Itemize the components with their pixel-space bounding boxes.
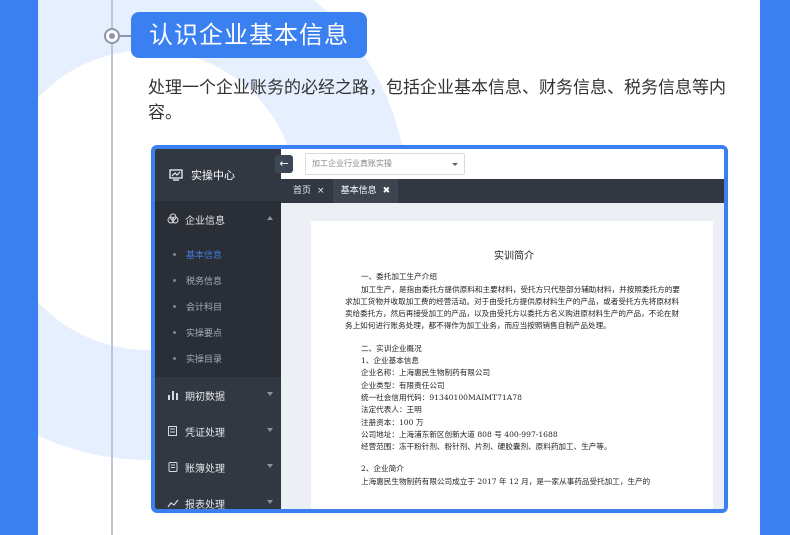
doc-subheading: 1、企业基本信息 [361, 356, 419, 366]
sidebar-item-catalog[interactable]: 实操目录 [155, 345, 281, 371]
doc-line: 注册资本：100 万 [361, 417, 424, 427]
page-frame: 认识企业基本信息 处理一个企业账务的必经之路，包括企业基本信息、财务信息、税务信… [38, 0, 760, 535]
brand-label: 实操中心 [191, 169, 235, 182]
sidebar-group-company-info[interactable]: 企业信息 [155, 201, 281, 237]
bullet-icon [173, 356, 176, 360]
app-screenshot: 实操中心 企业信息 基本信息 税务信息 会计科目 实操要点 实操目录 期初数据 … [151, 145, 728, 513]
chevron-down-icon [267, 428, 273, 432]
doc-line: 上海惠民生物制药有限公司成立于 2017 年 12 月，是一家从事药品受托加工，… [361, 476, 651, 486]
doc-line: 经营范围：冻干粉针剂、粉针剂、片剂、硬胶囊剂、原料药加工、生产等。 [361, 442, 612, 452]
close-icon[interactable]: × [317, 179, 325, 203]
chevron-up-icon [267, 216, 273, 220]
sidebar-submenu: 基本信息 税务信息 会计科目 实操要点 实操目录 [155, 237, 281, 377]
doc-line: 企业名称：上海惠民生物制药有限公司 [361, 368, 491, 378]
doc-heading: 二、实训企业概况 [361, 343, 422, 353]
chevron-down-icon [452, 163, 458, 166]
sidebar-item-label: 实操要点 [186, 328, 223, 339]
tab-basic-info[interactable]: 基本信息 ✖ [332, 179, 399, 203]
doc-heading: 一、委托加工生产介绍 [361, 272, 437, 282]
timeline-line [111, 0, 113, 535]
tab-label: 首页 [293, 186, 312, 196]
sidebar-group-label: 凭证处理 [185, 427, 225, 439]
bullet-icon [173, 252, 176, 256]
sidebar-item-label: 基本信息 [186, 250, 223, 261]
sidebar-item-label: 税务信息 [186, 276, 223, 287]
sidebar-item-accounts[interactable]: 会计科目 [155, 293, 281, 319]
chevron-down-icon [267, 392, 273, 396]
bullet-icon [173, 304, 176, 308]
bar-chart-icon [168, 391, 178, 400]
sidebar-group-label: 报表处理 [185, 499, 225, 511]
tab-home[interactable]: 首页 × [285, 179, 333, 203]
building-icon [167, 213, 179, 224]
company-select[interactable]: 加工企业行业真账实操 [305, 153, 465, 175]
doc-subheading: 2、企业简介 [361, 464, 404, 474]
top-bar: ← 加工企业行业真账实操 [275, 149, 724, 179]
company-select-value: 加工企业行业真账实操 [312, 159, 392, 168]
section-title: 认识企业基本信息 [131, 12, 367, 58]
sidebar-group-label: 账簿处理 [185, 463, 225, 475]
sidebar-group-report[interactable]: 报表处理 [155, 485, 281, 511]
sidebar: 实操中心 企业信息 基本信息 税务信息 会计科目 实操要点 实操目录 期初数据 … [155, 149, 281, 509]
report-icon [167, 499, 179, 508]
sidebar-group-opening-data[interactable]: 期初数据 [155, 377, 281, 413]
chevron-down-icon [267, 464, 273, 468]
sidebar-item-key-points[interactable]: 实操要点 [155, 319, 281, 345]
ledger-icon [168, 462, 178, 472]
document-page: 实训简介 一、委托加工生产介绍 加工生产，是指由委托方提供原料和主要材料，受托方… [311, 221, 713, 509]
content-area: 实训简介 一、委托加工生产介绍 加工生产，是指由委托方提供原料和主要材料，受托方… [281, 203, 724, 509]
sidebar-brand[interactable]: 实操中心 [155, 149, 281, 201]
close-icon[interactable]: ✖ [383, 179, 391, 203]
tab-bar: 首页 × 基本信息 ✖ [281, 179, 724, 203]
bullet-icon [173, 278, 176, 282]
sidebar-group-label: 期初数据 [185, 391, 225, 403]
doc-line: 法定代表人：王明 [361, 405, 422, 415]
section-intro: 处理一个企业账务的必经之路，包括企业基本信息、财务信息、税务信息等内容。 [148, 78, 726, 123]
sidebar-item-label: 会计科目 [186, 302, 223, 313]
sidebar-group-ledger[interactable]: 账簿处理 [155, 449, 281, 485]
tab-label: 基本信息 [340, 186, 377, 196]
collapse-sidebar-button[interactable]: ← [275, 155, 293, 173]
doc-paragraph: 加工生产，是指由委托方提供原料和主要材料，受托方只代垫部分辅助材料，并按照委托方… [345, 284, 680, 331]
timeline-node-icon [104, 28, 120, 44]
monitor-chart-icon [169, 169, 183, 181]
doc-line: 公司地址：上海浦东新区创新大道 808 号 400-997-1688 [361, 429, 558, 439]
sidebar-item-tax-info[interactable]: 税务信息 [155, 267, 281, 293]
sidebar-group-voucher[interactable]: 凭证处理 [155, 413, 281, 449]
document-title: 实训简介 [494, 251, 534, 262]
sidebar-item-basic-info[interactable]: 基本信息 [155, 241, 281, 267]
doc-line: 企业类型：有限责任公司 [361, 380, 445, 390]
bullet-icon [173, 330, 176, 334]
sidebar-item-label: 实操目录 [186, 354, 223, 365]
voucher-icon [168, 426, 177, 436]
chevron-down-icon [267, 500, 273, 504]
sidebar-group-label: 企业信息 [185, 215, 225, 227]
doc-line: 统一社会信用代码：91340100MAIMT71A78 [361, 392, 522, 402]
